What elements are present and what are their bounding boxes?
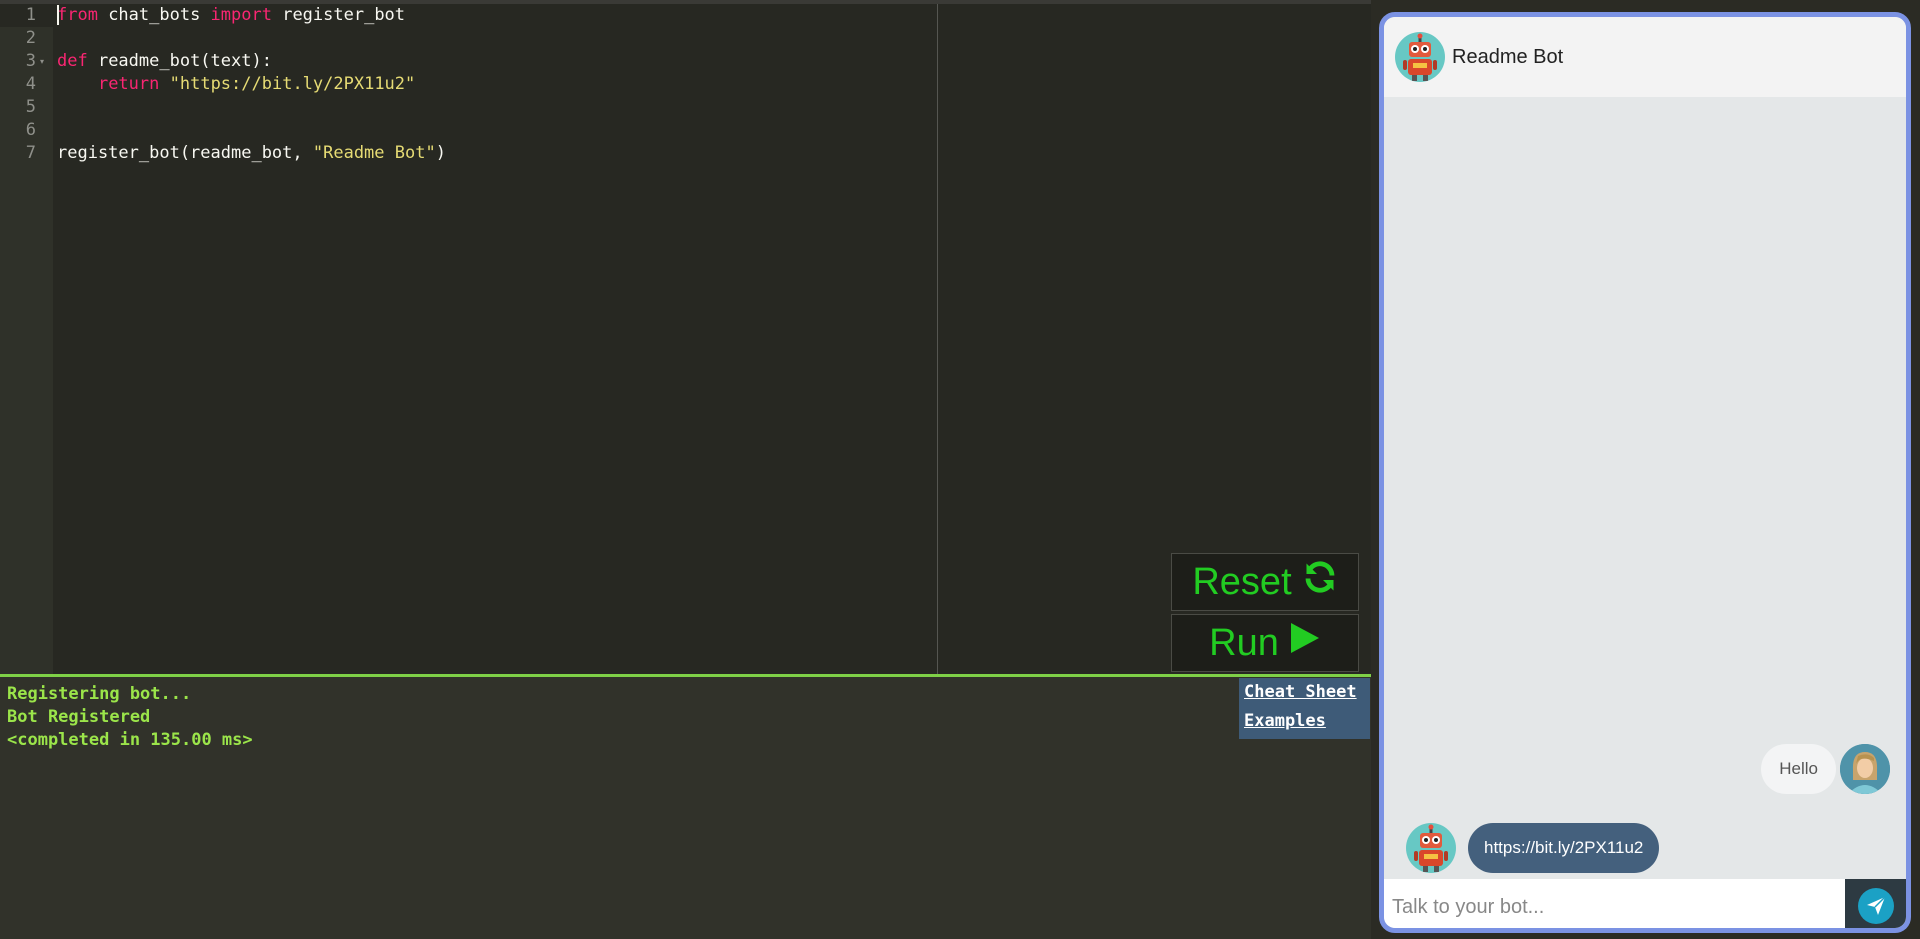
robot-icon (1406, 823, 1456, 873)
line-number: 6 (25, 120, 36, 140)
code-text: register_bot (271, 5, 406, 25)
user-message: Hello (1761, 744, 1836, 794)
chat-input-row (1384, 879, 1906, 928)
code-text: register_bot(readme_bot, (57, 143, 313, 163)
reset-label: Reset (1192, 560, 1292, 603)
fold-arrow-icon[interactable]: ▾ (40, 50, 44, 73)
chat-header: Readme Bot (1384, 17, 1906, 97)
reset-button[interactable]: Reset (1171, 553, 1359, 611)
print-margin (937, 4, 938, 674)
line-number: 3 (25, 51, 36, 71)
text-cursor (57, 5, 59, 25)
console-line: Bot Registered (7, 707, 151, 727)
line-number: 5 (25, 97, 36, 117)
code-line-1: from chat_bots import register_bot (57, 4, 405, 27)
cheat-sheet-link[interactable]: Cheat Sheet (1244, 681, 1357, 704)
chat-window: Readme Bot Hello https://bit.ly/2PX11u2 (1379, 12, 1911, 933)
examples-link[interactable]: Examples (1244, 710, 1326, 733)
run-label: Run (1209, 621, 1279, 664)
help-links-box: Cheat Sheet Examples (1239, 678, 1370, 739)
paper-plane-icon (1857, 888, 1894, 924)
line-number: 4 (25, 74, 36, 94)
code-text: readme_bot(text): (87, 51, 272, 71)
line-number: 1 (25, 5, 36, 25)
keyword: from (57, 5, 98, 25)
line-gutter: 1 2 3 ▾ 4 5 6 7 (0, 4, 53, 674)
console-line: Registering bot... (7, 684, 192, 704)
play-icon (1289, 621, 1321, 665)
code-editor[interactable]: 1 2 3 ▾ 4 5 6 7 from chat_bots import re… (0, 4, 1371, 674)
code-line-4: return "https://bit.ly/2PX11u2" (57, 73, 415, 96)
output-console: Registering bot... Bot Registered <compl… (0, 677, 1371, 939)
bot-message: https://bit.ly/2PX11u2 (1468, 823, 1660, 873)
chat-title: Readme Bot (1452, 46, 1564, 68)
keyword: def (57, 51, 88, 71)
user-icon (1840, 744, 1890, 794)
console-line: <completed in 135.00 ms> (7, 730, 253, 750)
robot-icon (1395, 32, 1445, 82)
code-line-3: def readme_bot(text): (57, 50, 272, 73)
string-literal: "Readme Bot" (312, 143, 436, 163)
code-line-7: register_bot(readme_bot, "Readme Bot") (57, 142, 446, 165)
line-number: 2 (25, 28, 36, 48)
string-literal: "https://bit.ly/2PX11u2" (169, 74, 416, 94)
send-button[interactable] (1845, 879, 1906, 928)
keyword: import (210, 5, 272, 25)
line-number: 7 (25, 143, 36, 163)
code-text: chat_bots (97, 5, 211, 25)
code-text: ) (435, 143, 446, 163)
refresh-icon (1302, 559, 1338, 605)
chat-input[interactable] (1390, 881, 1842, 928)
run-button[interactable]: Run (1171, 614, 1359, 672)
keyword: return (97, 74, 160, 94)
